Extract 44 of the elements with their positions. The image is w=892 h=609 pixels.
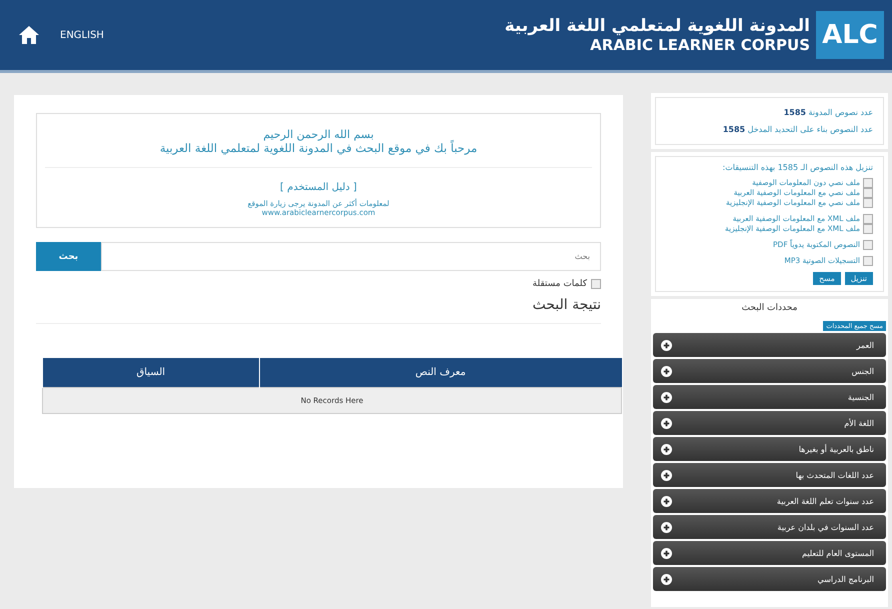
checkbox[interactable] — [863, 240, 873, 250]
option-label: كلمات مستقلة — [532, 279, 587, 289]
plus-icon[interactable] — [661, 418, 672, 428]
checkbox[interactable] — [591, 279, 601, 289]
basmala-text: بسم الله الرحمن الرحيم — [263, 128, 374, 141]
home-icon[interactable] — [18, 25, 40, 45]
filter-item[interactable]: ناطق بالعربية أو بغيرها — [653, 437, 886, 461]
plus-icon[interactable] — [661, 522, 672, 532]
plus-icon[interactable] — [661, 392, 672, 402]
filter-item[interactable]: الجنسية — [653, 385, 886, 409]
search-field[interactable]: بحث — [101, 242, 601, 271]
filter-item[interactable]: الجنس — [653, 359, 886, 383]
welcome-text: مرحباً بك في موقع البحث في المدونة اللغوية لمتعلمي اللغة العربية — [160, 141, 478, 155]
checkbox[interactable] — [863, 198, 873, 208]
plus-icon[interactable] — [661, 574, 672, 584]
filters-title: محددات البحث — [740, 303, 798, 313]
download-title: تنزيل هذه النصوص الـ 1585 بهذه التنسيقات: — [722, 163, 873, 172]
plus-icon[interactable] — [661, 366, 672, 376]
checkbox[interactable] — [863, 214, 873, 224]
plus-icon[interactable] — [661, 548, 672, 558]
filter-item[interactable]: العمر — [653, 333, 886, 357]
filter-item[interactable]: اللغة الأم — [653, 411, 886, 435]
plus-icon[interactable] — [661, 340, 672, 350]
column-header: السياق — [42, 358, 260, 388]
checkbox[interactable] — [863, 178, 873, 188]
filter-item[interactable]: عدد سنوات تعلم اللغة العربية — [653, 489, 886, 513]
plus-icon[interactable] — [661, 496, 672, 506]
search-button[interactable]: بحث — [36, 242, 101, 271]
results-title: نتيجة البحث — [36, 297, 601, 324]
site-subtitle: ARABIC LEARNER CORPUS — [590, 36, 810, 54]
filter-item[interactable]: المستوى العام للتعليم — [653, 541, 886, 565]
plus-icon[interactable] — [661, 444, 672, 454]
column-header: معرف النص — [259, 358, 622, 388]
logo: ALC — [816, 11, 884, 59]
filter-item[interactable]: البرنامج الدراسي — [653, 567, 886, 591]
language-link[interactable]: ENGLISH — [60, 30, 104, 40]
site-title: المدونة اللغوية لمتعلمي اللغة العربية — [504, 16, 810, 36]
filter-item[interactable]: عدد السنوات في بلدان عربية — [653, 515, 886, 539]
user-guide-link[interactable]: [ دليل المستخدم ] — [280, 182, 357, 193]
filter-item[interactable]: عدد اللغات المتحدث بها — [653, 463, 886, 487]
plus-icon[interactable] — [661, 470, 672, 480]
checkbox[interactable] — [863, 188, 873, 198]
checkbox[interactable] — [863, 256, 873, 266]
checkbox[interactable] — [863, 224, 873, 234]
